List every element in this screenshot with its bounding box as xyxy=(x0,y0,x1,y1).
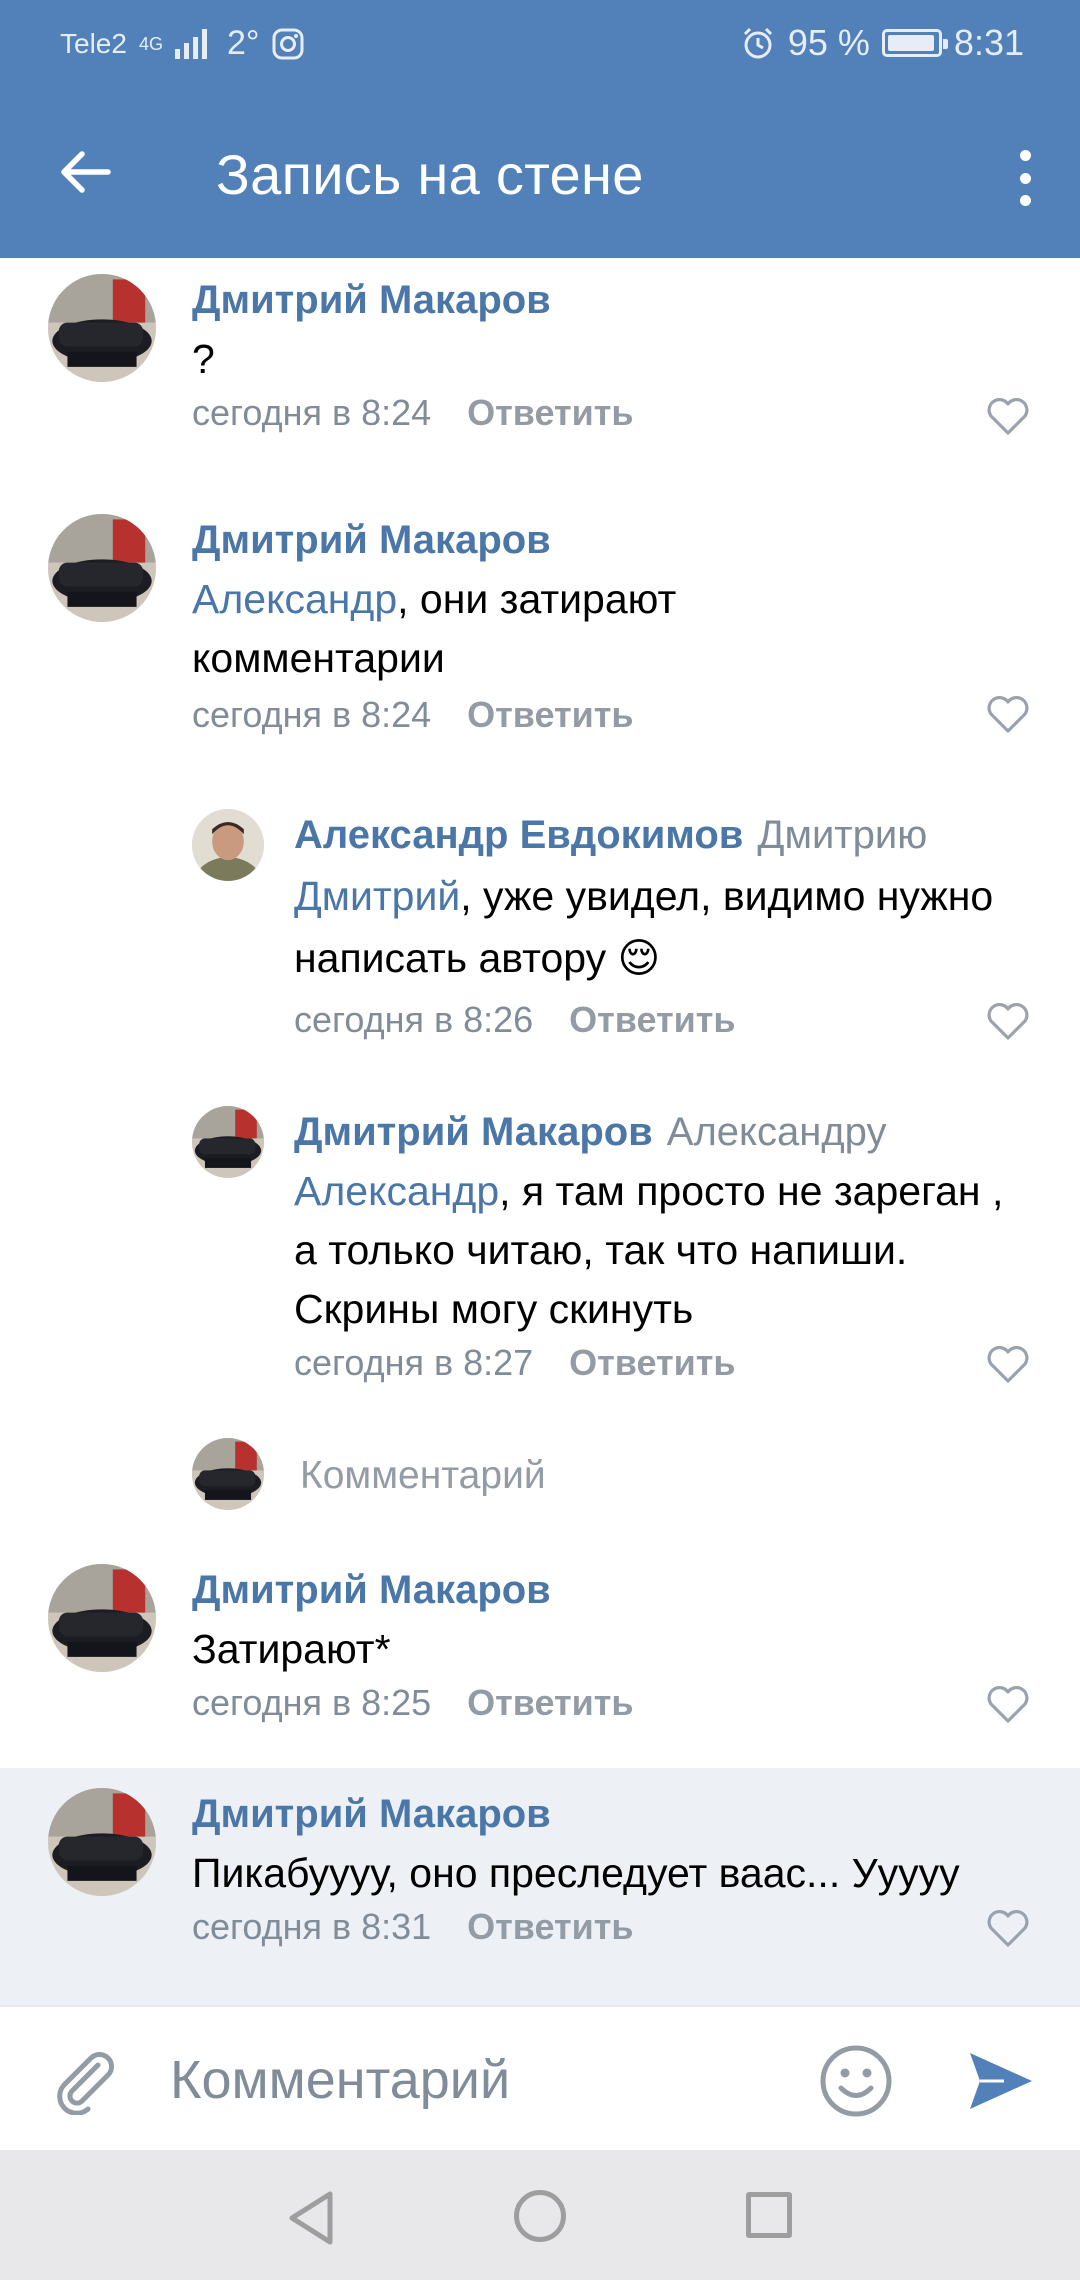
battery-icon xyxy=(881,29,948,57)
comment-author[interactable]: Дмитрий Макаров xyxy=(192,518,551,563)
mention-link[interactable]: Дмитрий xyxy=(294,873,460,919)
more-vertical-icon[interactable] xyxy=(1010,150,1040,206)
comment-author[interactable]: Дмитрий Макаров Александру xyxy=(294,1110,886,1155)
instagram-icon xyxy=(272,28,304,59)
network-type: 4G xyxy=(138,33,163,54)
top-bar: Tele2 4G 2° 95 % 8:31 Запись на стене xyxy=(0,0,1080,258)
carrier-label: Tele2 xyxy=(60,27,127,59)
comment-meta: сегодня в 8:31 Ответить xyxy=(192,1906,634,1947)
heart-icon[interactable] xyxy=(986,1908,1030,1948)
comment-composer: Комментарий xyxy=(0,2005,1080,2150)
heart-icon[interactable] xyxy=(986,396,1030,436)
comments-list: Дмитрий Макаров ? сегодня в 8:24 Ответить… xyxy=(0,258,1080,2005)
reply-button[interactable]: Ответить xyxy=(569,999,735,1040)
status-bar: Tele2 4G 2° 95 % 8:31 xyxy=(0,0,1080,92)
nav-back-icon[interactable] xyxy=(284,2188,338,2248)
temperature-label: 2° xyxy=(226,24,260,62)
avatar[interactable] xyxy=(48,1788,156,1896)
comment-author[interactable]: Дмитрий Макаров xyxy=(192,1792,551,1837)
comment-item: Дмитрий Макаров Затирают* сегодня в 8:25… xyxy=(0,1548,1080,1763)
avatar[interactable] xyxy=(48,514,156,622)
app-bar: Запись на стене xyxy=(0,120,1080,230)
comment-text: Александр, они затирают комментарии xyxy=(192,576,677,681)
page-title: Запись на стене xyxy=(216,143,644,206)
comment-meta: сегодня в 8:24 Ответить xyxy=(192,392,634,433)
thread-reply-placeholder[interactable]: Комментарий xyxy=(300,1454,546,1498)
smile-icon[interactable] xyxy=(818,2043,894,2119)
arrow-left-icon[interactable] xyxy=(56,142,116,202)
comment-meta: сегодня в 8:26 Ответить xyxy=(294,999,736,1040)
comment-item: Дмитрий Макаров Александр, они затирают … xyxy=(0,498,1080,758)
avatar[interactable] xyxy=(192,809,264,881)
comment-item: Александр Евдокимов Дмитрию Дмитрий, уже … xyxy=(0,793,1080,1083)
avatar[interactable] xyxy=(48,1564,156,1672)
thread-reply-row[interactable]: Комментарий xyxy=(0,1430,1080,1530)
heart-icon[interactable] xyxy=(986,1344,1030,1384)
comment-meta: сегодня в 8:24 Ответить xyxy=(192,694,634,735)
comment-input[interactable]: Комментарий xyxy=(170,2049,510,2111)
battery-percent: 95 % xyxy=(787,22,870,63)
alarm-icon xyxy=(743,27,772,59)
paperclip-icon[interactable] xyxy=(48,2043,120,2115)
comment-text: Затирают* xyxy=(192,1626,391,1672)
reply-button[interactable]: Ответить xyxy=(569,1342,735,1383)
reply-to-label[interactable]: Александру xyxy=(667,1110,887,1154)
system-nav-bar xyxy=(0,2150,1080,2280)
comment-text: Александр, я там просто не зареган , а т… xyxy=(294,1168,1004,1332)
comment-item: Дмитрий Макаров ? сегодня в 8:24 Ответить xyxy=(0,258,1080,488)
nav-recent-icon[interactable] xyxy=(746,2192,792,2238)
comment-item-highlighted: Дмитрий Макаров Пикабуууу, оно преследуе… xyxy=(0,1768,1080,2005)
reply-button[interactable]: Ответить xyxy=(467,694,633,735)
reply-to-label[interactable]: Дмитрию xyxy=(757,813,927,857)
comment-text: Пикабуууу, оно преследует ваас... Ууууу xyxy=(192,1850,960,1896)
avatar[interactable] xyxy=(192,1106,264,1178)
nav-home-icon[interactable] xyxy=(514,2190,566,2242)
comment-author[interactable]: Дмитрий Макаров xyxy=(192,1568,551,1613)
clock: 8:31 xyxy=(953,22,1024,63)
comment-text: Дмитрий, уже увидел, видимо нужно написа… xyxy=(294,873,994,981)
mention-link[interactable]: Александр xyxy=(294,1168,499,1214)
heart-icon[interactable] xyxy=(986,1684,1030,1724)
comment-author[interactable]: Дмитрий Макаров xyxy=(192,278,551,323)
comment-meta: сегодня в 8:25 Ответить xyxy=(192,1682,634,1723)
heart-icon[interactable] xyxy=(986,1001,1030,1041)
send-icon[interactable] xyxy=(964,2045,1036,2117)
reply-button[interactable]: Ответить xyxy=(467,1682,633,1723)
signal-icon xyxy=(174,28,207,59)
avatar xyxy=(192,1438,264,1510)
reply-button[interactable]: Ответить xyxy=(467,1906,633,1947)
comment-author[interactable]: Александр Евдокимов Дмитрию xyxy=(294,813,927,858)
comment-text: ? xyxy=(192,336,215,382)
mention-link[interactable]: Александр xyxy=(192,576,397,622)
reply-button[interactable]: Ответить xyxy=(467,392,633,433)
heart-icon[interactable] xyxy=(986,694,1030,734)
comment-item: Дмитрий Макаров Александру Александр, я т… xyxy=(0,1090,1080,1420)
comment-meta: сегодня в 8:27 Ответить xyxy=(294,1342,736,1383)
avatar[interactable] xyxy=(48,274,156,382)
